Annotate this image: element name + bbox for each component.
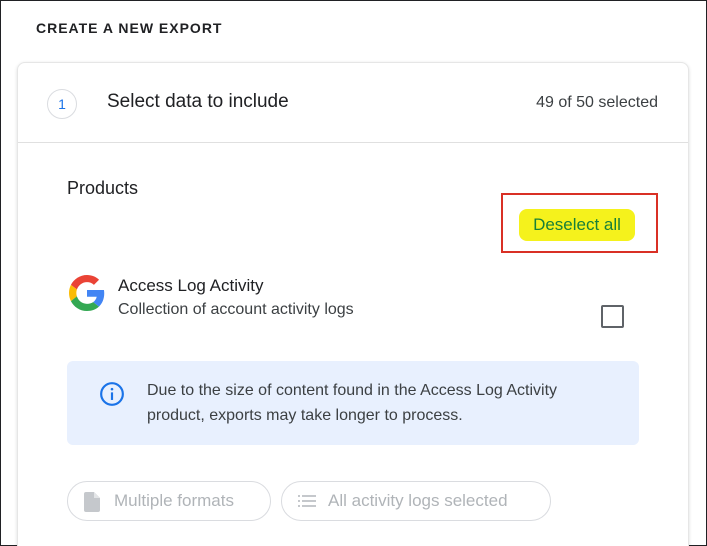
- step-number-badge: 1: [47, 89, 77, 119]
- export-step-card: 1 Select data to include 49 of 50 select…: [17, 62, 689, 546]
- google-logo-icon: [69, 275, 105, 311]
- product-item-access-log-activity: Access Log Activity Collection of accoun…: [67, 273, 657, 333]
- chip-label: Multiple formats: [114, 491, 234, 510]
- info-notice: Due to the size of content found in the …: [67, 361, 639, 445]
- product-description: Collection of account activity logs: [118, 301, 354, 318]
- activity-logs-chip[interactable]: All activity logs selected: [281, 481, 551, 521]
- product-checkbox[interactable]: [601, 305, 624, 328]
- multiple-formats-chip[interactable]: Multiple formats: [67, 481, 271, 521]
- deselect-highlight-box: Deselect all: [501, 193, 658, 253]
- deselect-all-button[interactable]: Deselect all: [519, 209, 635, 241]
- step-header[interactable]: 1 Select data to include 49 of 50 select…: [18, 63, 688, 143]
- selected-count: 49 of 50 selected: [536, 94, 658, 111]
- file-icon: [84, 492, 100, 512]
- step-title: Select data to include: [107, 91, 289, 112]
- products-label: Products: [67, 178, 139, 198]
- chip-label: All activity logs selected: [328, 491, 508, 510]
- product-name: Access Log Activity: [118, 276, 264, 295]
- info-icon: [100, 382, 124, 406]
- section-heading: CREATE A NEW EXPORT: [36, 20, 223, 36]
- info-text: Due to the size of content found in the …: [147, 382, 558, 424]
- list-icon: [298, 495, 316, 507]
